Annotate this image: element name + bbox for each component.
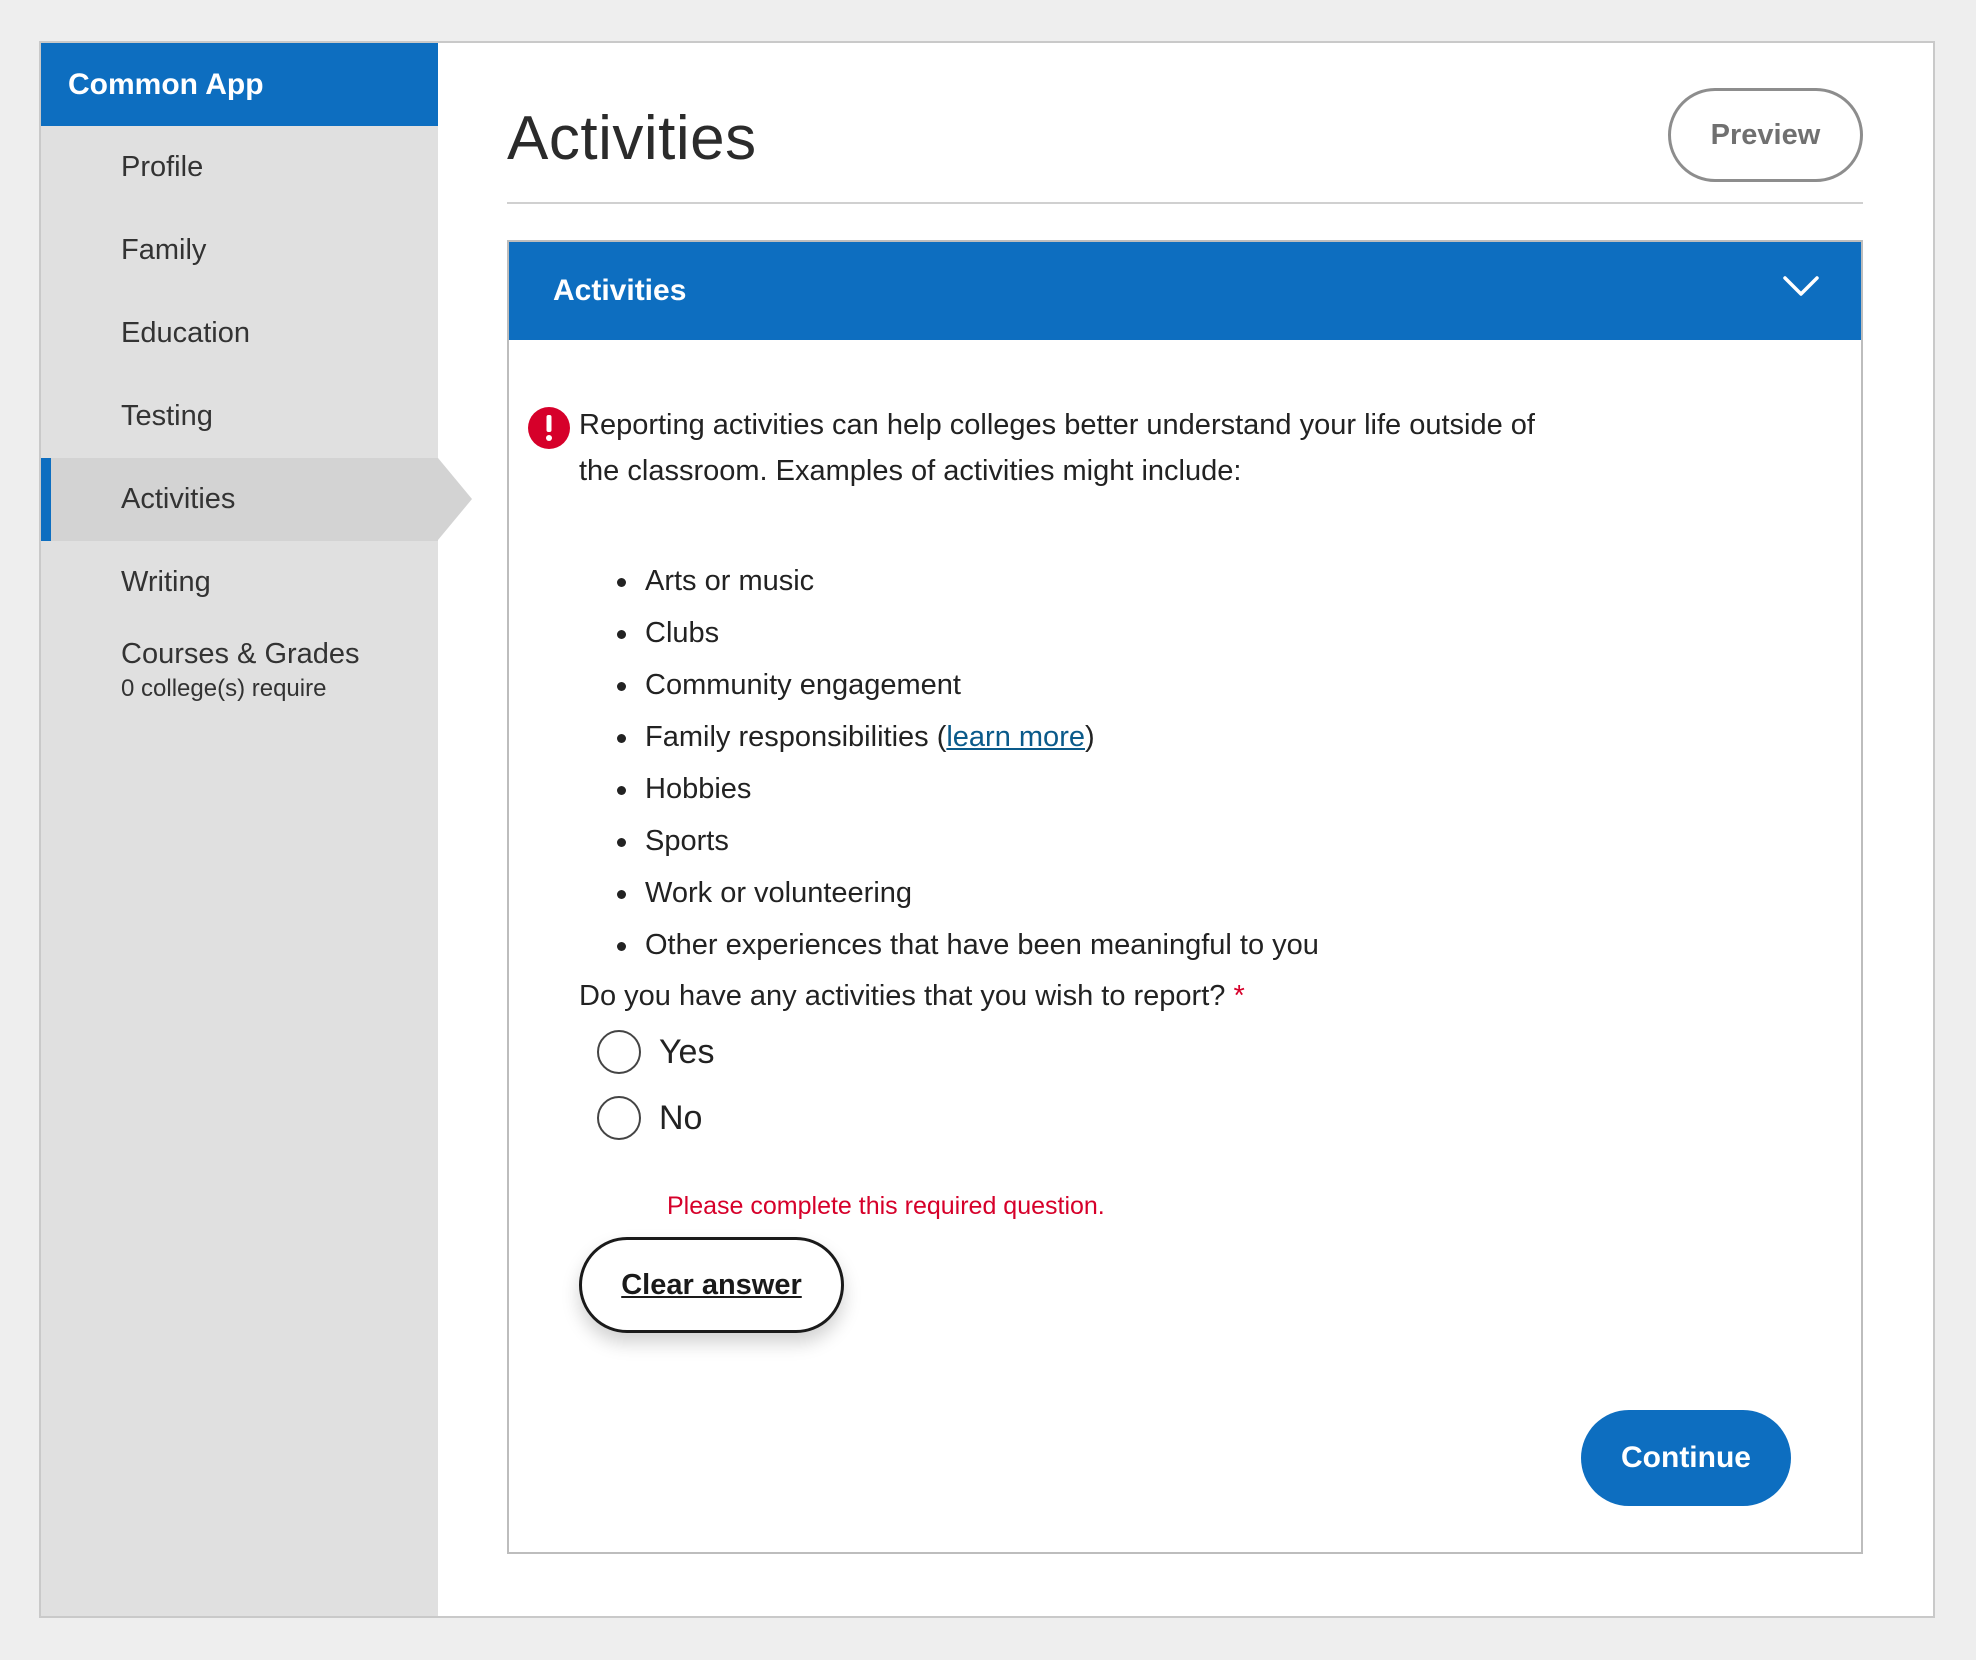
validation-error: Please complete this required question.	[667, 1192, 1105, 1220]
sidebar-item-label: Courses & Grades	[121, 638, 360, 670]
sidebar-item-family[interactable]: Family	[41, 209, 438, 292]
radio-label-yes: Yes	[659, 1032, 715, 1071]
list-item: Clubs	[617, 607, 1319, 659]
continue-button[interactable]: Continue	[1581, 1410, 1791, 1506]
activities-question: Do you have any activities that you wish…	[579, 980, 1245, 1013]
sidebar-item-sublabel: 0 college(s) require	[121, 675, 327, 702]
list-item: Sports	[617, 815, 1319, 867]
sidebar-item-writing[interactable]: Writing	[41, 541, 438, 624]
section-header[interactable]: Activities	[509, 242, 1861, 340]
title-divider	[507, 202, 1863, 204]
list-item: Hobbies	[617, 763, 1319, 815]
list-item-close-paren: )	[1084, 721, 1095, 753]
list-item-family: Family responsibilities (learn more)	[617, 711, 1319, 763]
clear-answer-button[interactable]: Clear answer	[579, 1237, 844, 1333]
sidebar-item-testing[interactable]: Testing	[41, 375, 438, 458]
brand-title: Common App	[41, 43, 438, 126]
question-text: Do you have any activities that you wish…	[579, 980, 1226, 1012]
required-marker: *	[1233, 980, 1245, 1012]
app-window: Common App Profile Family Education Test…	[39, 41, 1935, 1618]
list-item: Arts or music	[617, 555, 1319, 607]
sidebar-item-profile[interactable]: Profile	[41, 126, 438, 209]
sidebar-item-courses-grades[interactable]: Courses & Grades 0 college(s) require	[41, 624, 438, 724]
learn-more-link[interactable]: learn more	[946, 721, 1085, 753]
radio-option-no[interactable]: No	[597, 1096, 702, 1140]
list-item: Work or volunteering	[617, 867, 1319, 919]
page-title: Activities	[507, 104, 757, 173]
sidebar-item-education[interactable]: Education	[41, 292, 438, 375]
activities-card: Activities Reporting activities can help…	[507, 240, 1863, 1554]
radio-label-no: No	[659, 1098, 703, 1137]
section-title: Activities	[553, 274, 687, 307]
list-item: Other experiences that have been meaning…	[617, 919, 1319, 971]
error-icon	[528, 407, 570, 449]
radio-button-yes[interactable]	[597, 1030, 641, 1074]
intro-text-line2: the classroom. Examples of activities mi…	[579, 455, 1242, 487]
sidebar-item-activities[interactable]: Activities	[41, 458, 472, 541]
chevron-down-icon[interactable]	[1781, 266, 1821, 306]
list-item-text: Family responsibilities (	[645, 721, 947, 753]
intro-text-line1: Reporting activities can help colleges b…	[579, 409, 1535, 441]
preview-button[interactable]: Preview	[1668, 88, 1863, 182]
examples-list: Arts or music Clubs Community engagement…	[617, 555, 1319, 971]
sidebar: Common App Profile Family Education Test…	[41, 43, 472, 1616]
radio-button-no[interactable]	[597, 1096, 641, 1140]
intro-block: Reporting activities can help colleges b…	[527, 402, 1627, 494]
list-item: Community engagement	[617, 659, 1319, 711]
radio-option-yes[interactable]: Yes	[597, 1030, 714, 1074]
sidebar-nav: Profile Family Education Testing Activit…	[41, 126, 472, 724]
